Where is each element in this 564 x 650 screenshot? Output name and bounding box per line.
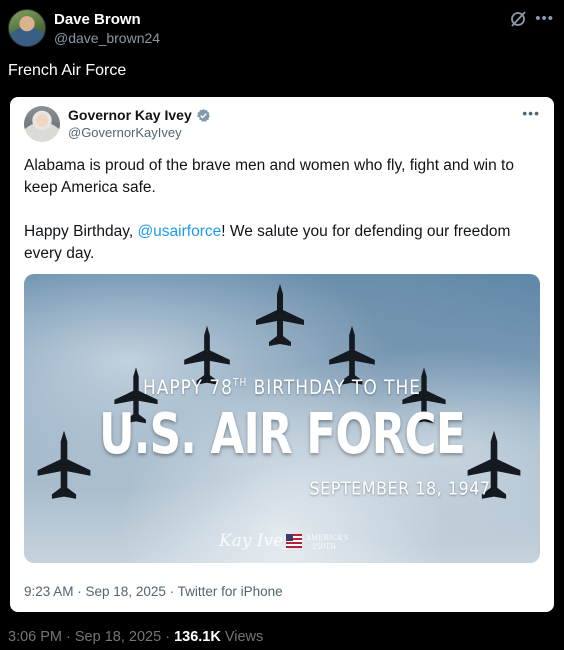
quoted-post-text: Alabama is proud of the brave men and wo… — [24, 155, 544, 265]
quoted-post[interactable]: Governor Kay Ivey @GovernorKayIvey ••• A… — [10, 97, 554, 612]
logo-line2: 250TH — [312, 543, 337, 551]
quoted-paragraph-2: Happy Birthday, @usairforce! We salute y… — [24, 221, 544, 265]
avatar[interactable] — [8, 9, 46, 47]
quoted-author-name[interactable]: Governor Kay Ivey — [68, 107, 211, 123]
more-options-icon[interactable]: ••• — [535, 10, 554, 28]
paragraph-2-start: Happy Birthday, — [24, 223, 138, 240]
image-headline-main: U.S. AIR FORCE — [99, 402, 466, 467]
logo-line1: AMERICA'S — [306, 534, 349, 542]
headline-prefix: HAPPY 78 — [142, 376, 233, 400]
separator: · — [161, 629, 175, 645]
headline-superscript: TH — [232, 378, 248, 390]
mention-link[interactable]: @usairforce — [137, 223, 221, 240]
post-footer: 3:06 PM · Sep 18, 2025 · 136.1K Views — [8, 629, 263, 645]
image-headline-line1: HAPPY 78TH BIRTHDAY TO THE — [24, 377, 540, 400]
outer-post-header: Dave Brown @dave_brown24 ••• — [8, 8, 554, 48]
grok-icon[interactable] — [509, 10, 527, 28]
separator: · — [62, 629, 75, 645]
quoted-author-handle[interactable]: @GovernorKayIvey — [68, 125, 182, 140]
author-name[interactable]: Dave Brown — [54, 11, 141, 28]
views-count[interactable]: 136.1K — [174, 629, 221, 645]
author-handle[interactable]: @dave_brown24 — [54, 30, 160, 46]
post-actions: ••• — [509, 10, 554, 28]
america-250-logo: AMERICA'S 250TH — [286, 530, 356, 556]
post-date[interactable]: Sep 18, 2025 — [75, 629, 161, 645]
post-text: French Air Force — [8, 62, 127, 79]
quoted-more-options-icon[interactable]: ••• — [522, 105, 540, 121]
post-time[interactable]: 3:06 PM — [8, 629, 62, 645]
headline-suffix: BIRTHDAY TO THE — [247, 376, 422, 400]
signature: Kay Ivey — [219, 531, 293, 551]
views-label: Views — [220, 629, 264, 645]
quoted-post-meta[interactable]: 9:23 AM · Sep 18, 2025 · Twitter for iPh… — [24, 584, 283, 599]
image-date: SEPTEMBER 18, 1947 — [309, 478, 491, 499]
post-image[interactable]: HAPPY 78TH BIRTHDAY TO THE U.S. AIR FORC… — [24, 274, 540, 563]
quoted-avatar[interactable] — [24, 106, 60, 142]
verified-badge-icon — [196, 108, 211, 123]
quoted-author-name-text: Governor Kay Ivey — [68, 107, 192, 123]
quoted-paragraph-1: Alabama is proud of the brave men and wo… — [24, 157, 514, 196]
flag-icon — [286, 534, 302, 548]
